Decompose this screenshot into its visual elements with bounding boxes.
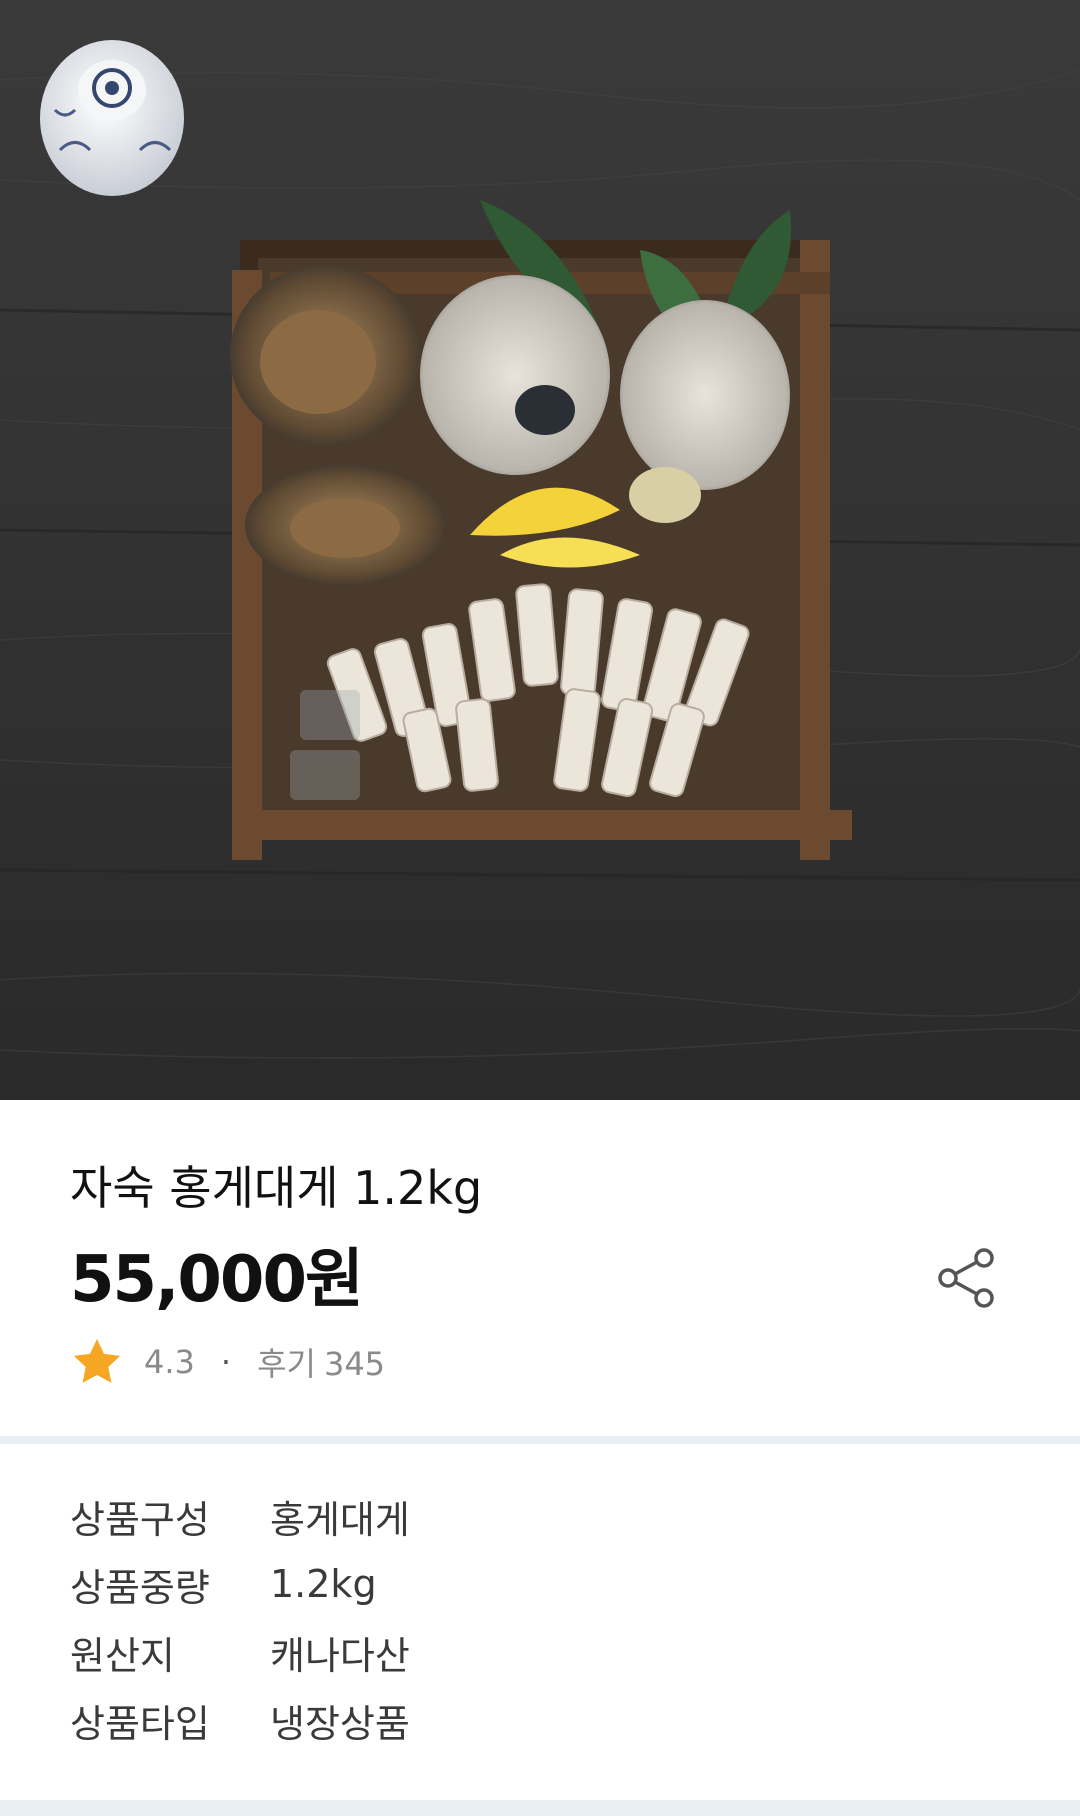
separator-dot: · [220,1343,232,1381]
spec-label: 상품중량 [70,1565,210,1610]
star-icon [73,1339,121,1383]
spec-row-weight: 상품중량 1.2kg [70,1554,377,1614]
product-photo-graphic [0,0,1080,1100]
product-detail-page: 자숙 홍게대게 1.2kg 55,000원 4.3 · 후기 345 상품구성 … [0,0,1080,1816]
review-label: 후기 [257,1345,316,1383]
review-link[interactable]: 후기 345 [257,1339,385,1385]
spec-label: 상품타입 [70,1701,210,1746]
spec-label: 상품구성 [70,1497,210,1542]
spec-row-composition: 상품구성 홍게대게 [70,1486,410,1546]
spec-label: 원산지 [70,1633,175,1678]
spec-row-type: 상품타입 냉장상품 [70,1690,410,1750]
section-divider [0,1436,1080,1444]
product-spec-list: 상품구성 홍게대게 상품중량 1.2kg 원산지 캐나다산 상품타입 냉장상품 [0,1444,1080,1800]
product-image[interactable] [0,0,1080,1100]
product-price: 55,000원 [70,1243,364,1317]
spec-row-origin: 원산지 캐나다산 [70,1622,410,1682]
bottom-divider [0,1800,1080,1816]
product-info: 자숙 홍게대게 1.2kg 55,000원 4.3 · 후기 345 [0,1100,1080,1440]
review-count: 345 [323,1345,386,1383]
share-button[interactable] [928,1240,1004,1316]
spec-value: 1.2kg [270,1562,377,1606]
product-title: 자숙 홍게대게 1.2kg [70,1161,483,1215]
spec-value: 캐나다산 [270,1633,410,1678]
rating-value: 4.3 [144,1343,195,1381]
spec-value: 홍게대게 [270,1497,410,1542]
share-icon [938,1248,994,1308]
rating-row: 4.3 · 후기 345 [70,1332,385,1392]
spec-value: 냉장상품 [270,1701,410,1746]
